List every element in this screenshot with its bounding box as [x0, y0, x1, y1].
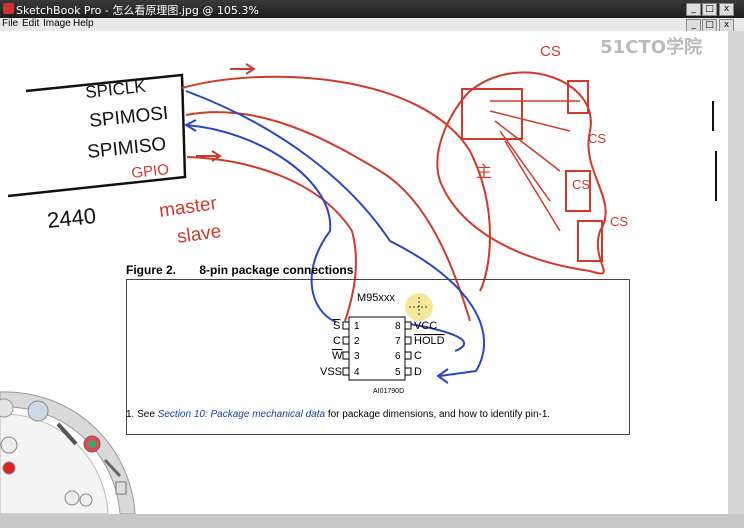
figure-number: Figure 2. [126, 263, 177, 277]
record-icon[interactable] [2, 461, 16, 475]
footnote-suffix: for package dimensions, and how to ident… [325, 409, 551, 420]
cs-label-3: CS [572, 177, 590, 192]
horizontal-scrollbar[interactable] [0, 514, 744, 528]
cs-label-1: CS [540, 43, 561, 60]
menu-image[interactable]: Image [43, 18, 71, 29]
figure-caption: 8-pin package connections [199, 263, 354, 277]
sketch-label-slave: slave [176, 221, 223, 248]
menu-bar: File Edit Image Help _ □ x [0, 18, 744, 32]
sketch-label-spimosi: SPIMOSI [88, 103, 169, 132]
master-box-sketch [461, 88, 523, 140]
master-label-zhu: 主 [476, 163, 492, 181]
sketch-label-spimiso: SPIMISO [86, 134, 167, 163]
undo-icon[interactable] [0, 398, 14, 418]
footnote-link[interactable]: Section 10: Package mechanical data [158, 409, 325, 420]
window-title: SketchBook Pro - 怎么看原理图.jpg @ 105.3% [16, 4, 259, 17]
cs-label-4: CS [610, 214, 628, 229]
vertical-scrollbar[interactable] [728, 31, 744, 514]
lagoon-toolwheel[interactable] [0, 374, 160, 514]
menu-file[interactable]: File [2, 18, 18, 29]
title-bar: SketchBook Pro - 怎么看原理图.jpg @ 105.3% _ □… [0, 0, 744, 18]
sketch-label-2440: 2440 [46, 203, 97, 233]
close-button[interactable]: x [719, 3, 734, 16]
menu-edit[interactable]: Edit [22, 18, 39, 29]
figure-heading: Figure 2. 8-pin package connections [126, 263, 353, 277]
color-wheel-center [88, 440, 96, 448]
pen-nib-icon[interactable] [0, 436, 18, 454]
app-icon [3, 3, 14, 14]
footnote: 1. See Section 10: Package mechanical da… [126, 409, 550, 420]
brush-tool-icon[interactable] [27, 400, 49, 422]
zoom-tool-icon[interactable] [79, 493, 93, 507]
layer-tool-icon[interactable] [115, 481, 127, 495]
stray-marks [712, 101, 717, 201]
pan-tool-icon[interactable] [64, 490, 80, 506]
menu-help[interactable]: Help [73, 18, 94, 29]
sketch-label-spiclk: SPICLK [84, 77, 147, 102]
drawing-canvas[interactable]: 51CTO学院 SPICLK SPIMOSI SPIMISO GPIO 2440… [0, 31, 728, 514]
maximize-button[interactable]: □ [702, 3, 717, 16]
minimize-button[interactable]: _ [686, 3, 701, 16]
sclk-arrow [230, 63, 256, 75]
sketch-label-master: master [158, 193, 219, 222]
cs-label-2: CS [588, 131, 606, 146]
